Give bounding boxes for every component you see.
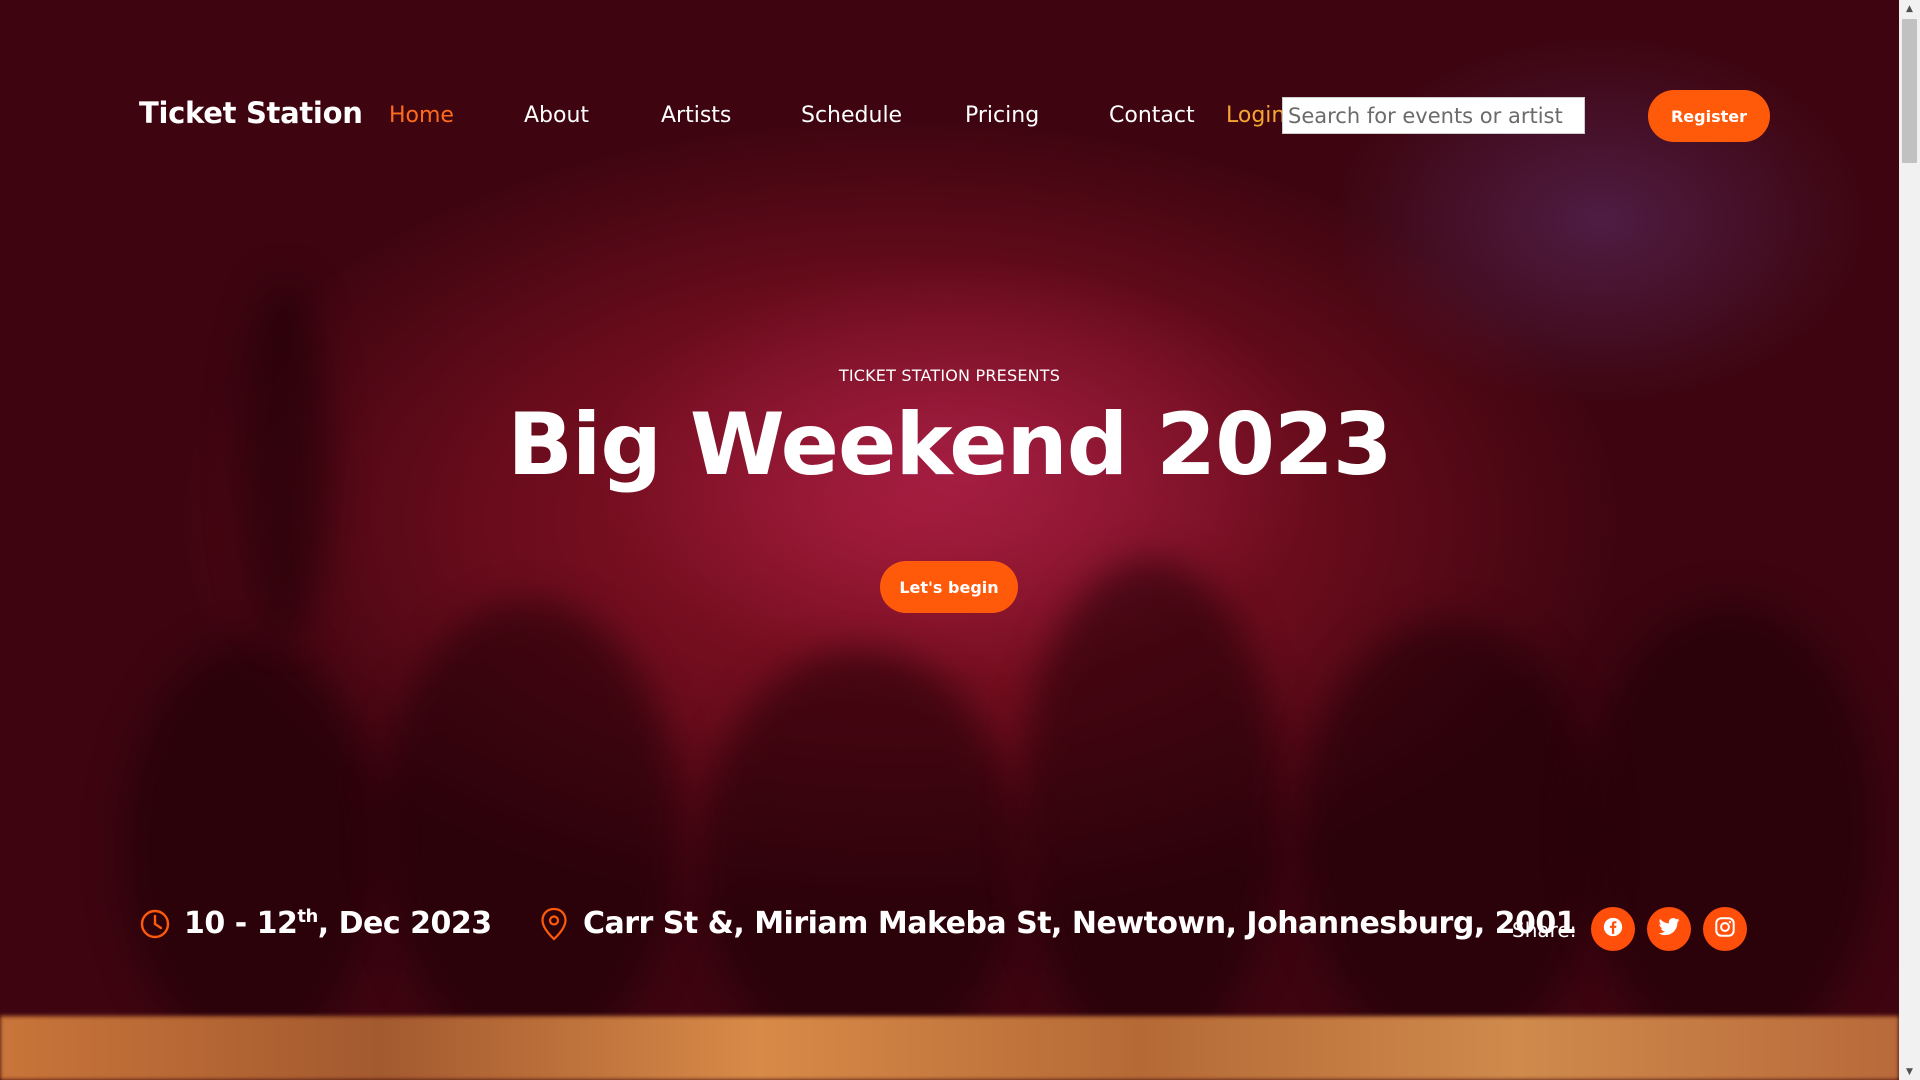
register-button[interactable]: Register <box>1648 90 1770 142</box>
next-section-preview <box>0 1016 1899 1080</box>
share-label: Share: <box>1512 918 1577 942</box>
nav-link-schedule[interactable]: Schedule <box>801 103 902 128</box>
event-venue: Carr St &, Miriam Makeba St, Newtown, Jo… <box>583 906 1577 941</box>
crowd-silhouette <box>380 600 680 1016</box>
map-pin-icon <box>540 907 568 945</box>
scroll-up-arrow-icon[interactable]: ▲ <box>1899 0 1920 17</box>
page-scrollbar[interactable]: ▲ ▼ <box>1899 0 1920 1080</box>
instagram-icon <box>1714 916 1736 942</box>
navbar: Ticket Station Home About Artists Schedu… <box>0 0 1899 232</box>
brand-logo[interactable]: Ticket Station <box>139 96 363 130</box>
hero-title: Big Weekend 2023 <box>507 395 1392 495</box>
instagram-button[interactable] <box>1703 907 1747 951</box>
twitter-button[interactable] <box>1647 907 1691 951</box>
nav-link-pricing[interactable]: Pricing <box>965 103 1039 128</box>
facebook-icon <box>1602 916 1624 942</box>
event-date: 10 - 12th, Dec 2023 <box>184 906 492 941</box>
lets-begin-button[interactable]: Let's begin <box>880 561 1018 613</box>
nav-link-artists[interactable]: Artists <box>661 103 731 128</box>
nav-link-about[interactable]: About <box>524 103 589 128</box>
search-input[interactable] <box>1282 97 1585 134</box>
hero-presents-label: TICKET STATION PRESENTS <box>838 366 1061 385</box>
crowd-silhouette <box>1580 600 1880 1016</box>
nav-link-home[interactable]: Home <box>389 103 454 128</box>
scrollbar-thumb[interactable] <box>1902 19 1917 163</box>
twitter-icon <box>1658 917 1680 941</box>
crowd-silhouette <box>120 640 380 1016</box>
crowd-silhouette <box>700 650 1020 1016</box>
crowd-silhouette <box>1300 620 1600 1016</box>
crowd-silhouette <box>1020 560 1280 1016</box>
facebook-button[interactable] <box>1591 907 1635 951</box>
scroll-down-arrow-icon[interactable]: ▼ <box>1899 1063 1920 1080</box>
nav-link-contact[interactable]: Contact <box>1109 103 1195 128</box>
clock-icon <box>139 908 171 944</box>
nav-link-login[interactable]: Login <box>1226 103 1285 128</box>
